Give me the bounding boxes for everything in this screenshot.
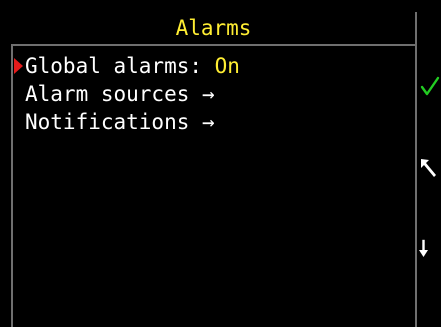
down-softkey[interactable]: [418, 237, 441, 261]
back-softkey[interactable]: [418, 156, 441, 180]
global-alarms-value: On: [214, 54, 240, 78]
check-icon: [418, 74, 441, 98]
menu-item-notifications[interactable]: Notifications →: [12, 108, 412, 136]
page-title: Alarms: [12, 12, 415, 46]
menu-item-label: Global alarms:: [25, 54, 215, 78]
menu-item-alarm-sources[interactable]: Alarm sources →: [12, 80, 412, 108]
selection-cursor-icon: [14, 58, 23, 74]
alarms-menu: Global alarms: On Alarm sources → Notifi…: [12, 52, 412, 136]
menu-item-label: Notifications →: [25, 110, 215, 134]
confirm-softkey[interactable]: [418, 74, 441, 98]
device-screen: Alarms Global alarms: On Alarm sources →…: [0, 0, 441, 327]
arrow-up-left-icon: [418, 156, 441, 180]
menu-item-label: Alarm sources →: [25, 82, 215, 106]
softkey-divider: [415, 12, 417, 327]
menu-item-global-alarms[interactable]: Global alarms: On: [12, 52, 412, 80]
arrow-down-icon: [418, 237, 441, 261]
